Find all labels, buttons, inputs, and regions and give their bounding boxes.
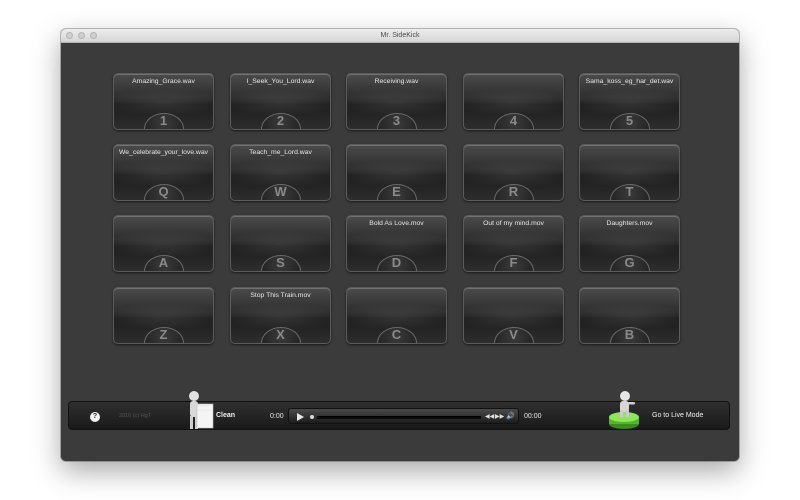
pad-title: We_celebrate_your_love.wav	[118, 149, 209, 156]
pad-title: Amazing_Grace.wav	[132, 78, 195, 85]
pad-title: Receiving.wav	[374, 78, 419, 85]
sound-pad[interactable]: Receiving.wav 3	[346, 73, 447, 130]
sound-pad[interactable]: I_Seek_You_Lord.wav 2	[230, 73, 331, 130]
pad-key-label: V	[509, 327, 518, 342]
sound-pad[interactable]: R	[463, 144, 564, 201]
sound-pad[interactable]: Sama_koss_eg_har_det.wav 5	[579, 73, 680, 130]
pad-title: Sama_koss_eg_har_det.wav	[585, 78, 674, 85]
transport-bar: ◀◀ ▶▶ 🔊	[288, 408, 519, 424]
pad-key-label: C	[391, 327, 402, 342]
pad-key-label: E	[392, 184, 401, 199]
main-content: Amazing_Grace.wav 1 I_Seek_You_Lord.wav 2 Re…	[61, 43, 739, 461]
sound-pad[interactable]: Daughters.mov G	[579, 215, 680, 272]
pad-key-label: X	[276, 327, 285, 342]
pad-title: Bold As Love.mov	[369, 220, 424, 227]
sound-pad[interactable]: E	[346, 144, 447, 201]
pad-key-label: T	[625, 184, 634, 199]
pad-key-label: 3	[392, 113, 401, 128]
forward-icon[interactable]: ▶▶	[495, 412, 504, 423]
clean-figure-icon[interactable]	[185, 390, 217, 432]
pad-key-label: G	[624, 255, 635, 270]
pad-key-label: A	[158, 255, 169, 270]
pad-title: Daughters.mov	[606, 220, 653, 227]
pad-title: I_Seek_You_Lord.wav	[246, 78, 315, 85]
copyright-text: 2016 (c) HgT	[119, 413, 152, 419]
pad-key-label: 5	[625, 113, 634, 128]
pad-key-label: 1	[159, 113, 168, 128]
bottom-toolbar: ? 2016 (c) HgT Clean 0:00 ◀◀ ▶▶ 🔊 00:00 …	[68, 391, 730, 430]
pad-key-label: W	[274, 184, 287, 199]
pad-title: Out of my mind.mov	[483, 220, 544, 227]
window-title: Mr. SideKick	[380, 32, 420, 39]
sound-pad[interactable]: Stop This Train.mov X	[230, 287, 331, 344]
sound-pad[interactable]: A	[113, 215, 214, 272]
elapsed-time: 0:00	[270, 413, 284, 420]
rewind-icon[interactable]: ◀◀	[485, 412, 494, 423]
sound-pad[interactable]: We_celebrate_your_love.wav Q	[113, 144, 214, 201]
sound-pad[interactable]: T	[579, 144, 680, 201]
clean-button-label[interactable]: Clean	[216, 412, 235, 419]
sound-pad[interactable]: V	[463, 287, 564, 344]
pad-key-label: S	[276, 255, 285, 270]
sound-pad[interactable]: C	[346, 287, 447, 344]
position-indicator[interactable]	[310, 415, 314, 419]
pad-key-label: B	[624, 327, 635, 342]
pad-key-label: F	[509, 255, 518, 270]
pad-title: Teach_me_Lord.wav	[249, 149, 312, 156]
help-button[interactable]: ?	[90, 412, 100, 422]
live-mode-button[interactable]: Go to Live Mode	[652, 412, 703, 419]
progress-track[interactable]	[317, 416, 481, 419]
play-icon[interactable]	[297, 413, 304, 421]
volume-icon[interactable]: 🔊	[506, 411, 515, 422]
total-time: 00:00	[524, 413, 542, 420]
sound-pad[interactable]: Amazing_Grace.wav 1	[113, 73, 214, 130]
title-bar: Mr. SideKick	[61, 29, 739, 43]
pad-title: Stop This Train.mov	[250, 292, 311, 299]
pad-key-label: Q	[158, 184, 169, 199]
sound-pad[interactable]: Out of my mind.mov F	[463, 215, 564, 272]
pad-key-label: 2	[276, 113, 285, 128]
sound-pad[interactable]: 4	[463, 73, 564, 130]
live-mode-icon[interactable]	[606, 390, 642, 430]
app-window: Mr. SideKick Amazing_Grace.wav 1 I_Seek_Yo…	[61, 29, 739, 461]
sound-pad[interactable]: Teach_me_Lord.wav W	[230, 144, 331, 201]
sound-pad[interactable]: Bold As Love.mov D	[346, 215, 447, 272]
pad-key-label: D	[391, 255, 402, 270]
sound-pad[interactable]: S	[230, 215, 331, 272]
sound-pad[interactable]: Z	[113, 287, 214, 344]
pad-key-label: 4	[509, 113, 518, 128]
sound-pad[interactable]: B	[579, 287, 680, 344]
pad-key-label: R	[508, 184, 519, 199]
pad-key-label: Z	[159, 327, 168, 342]
